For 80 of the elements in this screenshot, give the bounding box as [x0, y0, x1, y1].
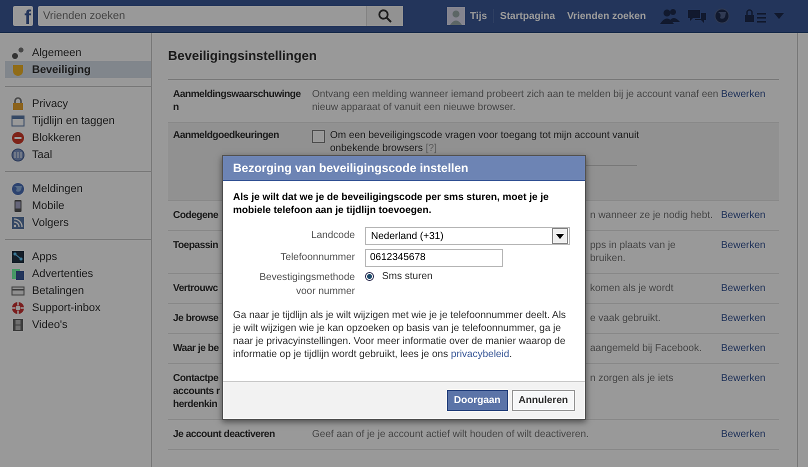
nav-link[interactable]: Startpagina: [494, 10, 562, 22]
shield-icon: [11, 62, 25, 76]
setting-label: Toepassin: [173, 239, 218, 252]
setting-label: Codegene: [173, 209, 218, 222]
info-paragraph: Ga naar je tijdlijn als je wilt wijzigen met wie je je telefoonnummer deelt. Als je wilt wijzigen wie je kan opzoeken op basis van je telefoonnummer, ga je naar je privacyinstellingen. Voor meer informatie over de manier waarop de informatie op je tijdlijn wordt gebruikt, lees je ons privacybeleid.: [233, 309, 567, 361]
logo[interactable]: f: [13, 6, 33, 26]
sidebar-item[interactable]: Tijdlijn en taggen: [5, 112, 151, 129]
sidebar-item[interactable]: Support-inbox: [5, 299, 151, 316]
setting-description: n wanneer ze je nodig hebt.: [590, 209, 713, 222]
friends-icon[interactable]: [660, 8, 680, 24]
globe-icon: [11, 182, 25, 196]
field-label: Bevestigingsmethode voor nummer: [258, 271, 356, 299]
setting-description: Ontvang een melding wanneer iemand probeert zich aan te melden bij je account vanaf een nieuw apparaat of vanuit een nieuwe browser.: [312, 88, 720, 114]
setting-description: n zorgen als je iets: [590, 372, 674, 385]
sidebar-item[interactable]: Taal: [5, 146, 151, 163]
search-icon: [378, 9, 392, 23]
setting-label: Je browse: [173, 312, 218, 325]
setting-label: Contactpe accounts r herdenkin: [173, 372, 220, 411]
lifebuoy-icon: [11, 300, 25, 314]
sidebar-item[interactable]: Apps: [5, 248, 151, 265]
setting-description: aangemeld bij Facebook.: [590, 342, 702, 355]
field-label: Landcode: [310, 229, 356, 243]
setting-description: pps in plaats van je bruiken.: [590, 239, 676, 265]
country-select[interactable]: Nederland (+31): [365, 227, 570, 245]
setting-label: Vertrouwc: [173, 282, 218, 295]
continue-button[interactable]: Doorgaan: [446, 390, 508, 411]
edit-link[interactable]: Bewerken: [721, 282, 779, 295]
search-button[interactable]: [366, 6, 403, 26]
edit-link[interactable]: Bewerken: [721, 239, 779, 252]
edit-link[interactable]: Bewerken: [721, 209, 779, 222]
dialog-intro: Als je wilt dat we je de beveiligingscode per sms sturen, moet je je mobiele telefoon aan je tijdlijn toevoegen.: [233, 191, 550, 217]
sidebar-item[interactable]: Mobile: [5, 197, 151, 214]
caret-icon[interactable]: [774, 13, 784, 19]
messages-icon[interactable]: [688, 8, 706, 24]
language-icon: [11, 148, 25, 162]
sidebar-item[interactable]: Volgers: [5, 214, 151, 231]
edit-link[interactable]: Bewerken: [721, 428, 779, 441]
edit-link[interactable]: Bewerken: [721, 342, 779, 355]
sidebar-item[interactable]: Advertenties: [5, 265, 151, 282]
privacy-link[interactable]: privacybeleid: [450, 349, 510, 360]
edit-link[interactable]: Bewerken: [721, 312, 779, 325]
edit-link[interactable]: Bewerken: [721, 372, 779, 385]
timeline-icon: [11, 114, 25, 128]
sidebar-item[interactable]: Beveiliging: [5, 61, 151, 78]
setting-label: Aanmeldingswaarschuwinge n: [173, 88, 301, 114]
sidebar-item[interactable]: Blokkeren: [5, 129, 151, 146]
cancel-button[interactable]: Annuleren: [512, 390, 575, 411]
rss-icon: [11, 216, 25, 230]
block-icon: [11, 130, 25, 144]
privacy-shortcut-icon[interactable]: [744, 9, 766, 23]
setting-description: komen als je wordt: [590, 282, 674, 295]
sidebar-item[interactable]: Algemeen: [5, 44, 151, 61]
card-icon: [11, 284, 25, 298]
sidebar-item[interactable]: Privacy: [5, 95, 151, 112]
radio-label: Sms sturen: [382, 271, 433, 282]
setting-label: Aanmeldgoedkeuringen: [173, 129, 279, 142]
page-title: Beveiligingsinstellingen: [168, 48, 779, 80]
apps-icon: [11, 250, 25, 264]
edit-link[interactable]: Bewerken: [721, 88, 779, 101]
profile-link[interactable]: Tijs: [470, 10, 494, 22]
field-label: Telefoonnummer: [280, 251, 356, 265]
checkbox-label: Om een beveiligingscode vragen voor toegang tot mijn account vanuit onbekende browsers [?]: [330, 129, 640, 155]
sidebar-item[interactable]: Betalingen: [5, 282, 151, 299]
dialog-title: Bezorging van beveiligingscode instellen: [223, 156, 585, 181]
checkbox[interactable]: [312, 130, 325, 143]
sidebar-item[interactable]: Video's: [5, 316, 151, 333]
phone-input[interactable]: 0612345678: [365, 249, 503, 267]
setting-label: Je account deactiveren: [173, 428, 275, 441]
ads-icon: [11, 266, 25, 280]
globe-icon[interactable]: [714, 8, 730, 24]
setting-description: Geef aan of je je account actief wilt houden of wilt deactiveren.: [312, 428, 589, 441]
setting-description: e vaak gebruikt.: [590, 312, 661, 325]
setting-label: Waar je be: [173, 342, 219, 355]
film-icon: [11, 318, 25, 332]
radio-button[interactable]: [365, 272, 374, 281]
dropdown-arrow-icon: [556, 234, 564, 238]
sidebar-item[interactable]: Meldingen: [5, 180, 151, 197]
nav-link[interactable]: Vrienden zoeken: [561, 10, 652, 22]
padlock-icon: [11, 96, 25, 110]
avatar-icon[interactable]: [447, 7, 465, 25]
